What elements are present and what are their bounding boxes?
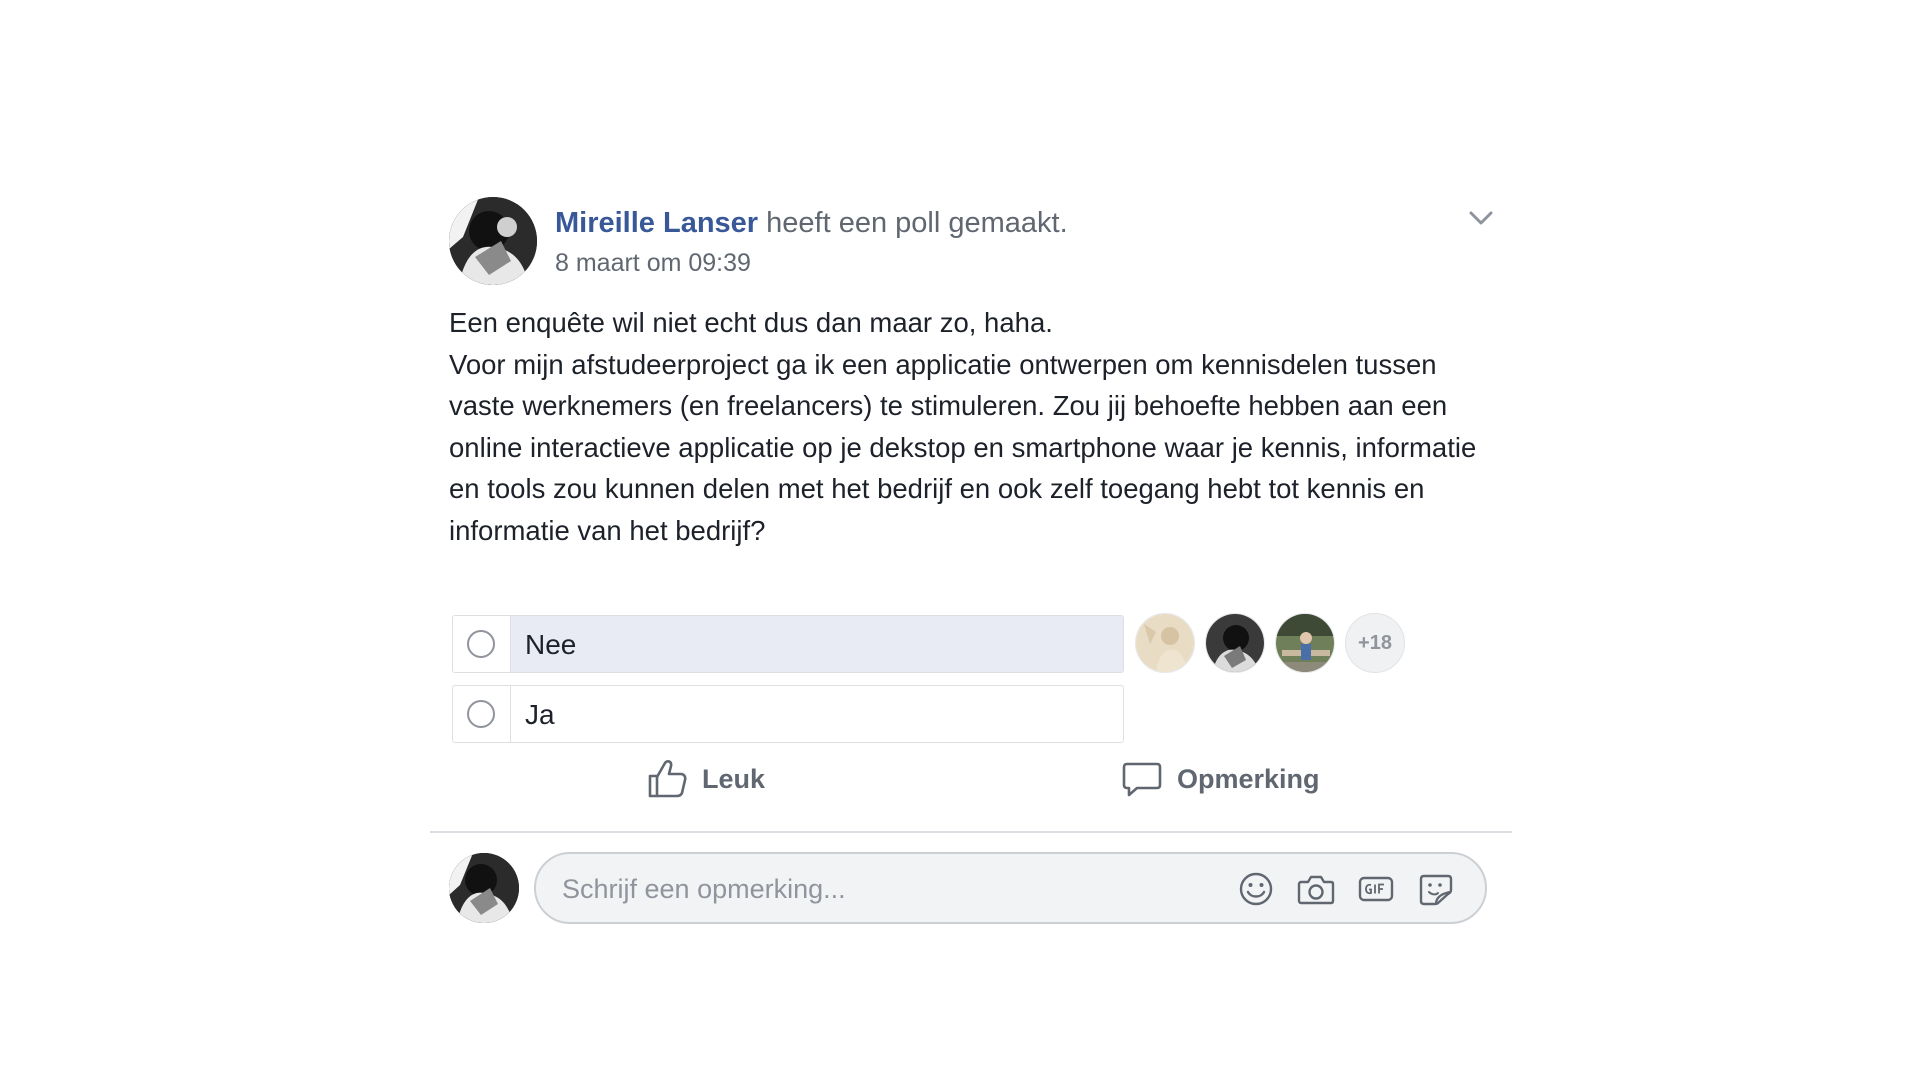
comment-button[interactable]: Opmerking <box>1121 757 1320 801</box>
camera-icon[interactable] <box>1296 870 1336 908</box>
comment-composer <box>534 852 1487 924</box>
poll-radio-cell <box>453 686 511 742</box>
post-header: Mireille Lanser heeft een poll gemaakt. … <box>555 205 1068 279</box>
post-body: Een enquête wil niet echt dus dan maar z… <box>449 302 1499 551</box>
poll-radio-button[interactable] <box>467 630 495 658</box>
actions-divider <box>430 831 1512 833</box>
like-label: Leuk <box>702 763 766 794</box>
post-body-line: Een enquête wil niet echt dus dan maar z… <box>449 307 1053 338</box>
comment-label: Opmerking <box>1177 763 1320 794</box>
poll-option-nee[interactable]: Nee <box>452 615 1124 673</box>
thumbs-up-icon <box>648 760 687 798</box>
poll-option-label: Nee <box>525 629 577 660</box>
post-options-chevron-icon[interactable] <box>1464 203 1498 233</box>
author-line: Mireille Lanser heeft een poll gemaakt. <box>555 205 1068 241</box>
author-avatar[interactable] <box>449 197 537 285</box>
voter-avatar[interactable] <box>1205 613 1265 673</box>
poll-option-bar <box>511 616 1123 672</box>
poll-radio-cell <box>453 616 511 672</box>
voter-avatar[interactable] <box>1135 613 1195 673</box>
poll-option-label: Ja <box>525 699 555 730</box>
sticker-icon[interactable] <box>1416 870 1456 908</box>
post-body-paragraph: Voor mijn afstudeerproject ga ik een app… <box>449 348 1477 546</box>
poll-post: Mireille Lanser heeft een poll gemaakt. … <box>430 185 1512 945</box>
author-name-link[interactable]: Mireille Lanser <box>555 207 758 239</box>
comment-bubble-icon <box>1122 762 1162 797</box>
current-user-avatar[interactable] <box>449 853 519 923</box>
voter-avatar[interactable] <box>1275 613 1335 673</box>
poll-radio-button[interactable] <box>467 700 495 728</box>
emoji-icon[interactable] <box>1236 870 1276 908</box>
gif-icon[interactable] <box>1356 870 1396 908</box>
post-timestamp[interactable]: 8 maart om 09:39 <box>555 247 1068 279</box>
comment-input[interactable] <box>560 868 1204 910</box>
poll-option-ja[interactable]: Ja <box>452 685 1124 743</box>
more-voters-count[interactable]: +18 <box>1345 613 1405 673</box>
like-button[interactable]: Leuk <box>646 757 765 801</box>
post-action-text: heeft een poll gemaakt. <box>758 207 1068 239</box>
